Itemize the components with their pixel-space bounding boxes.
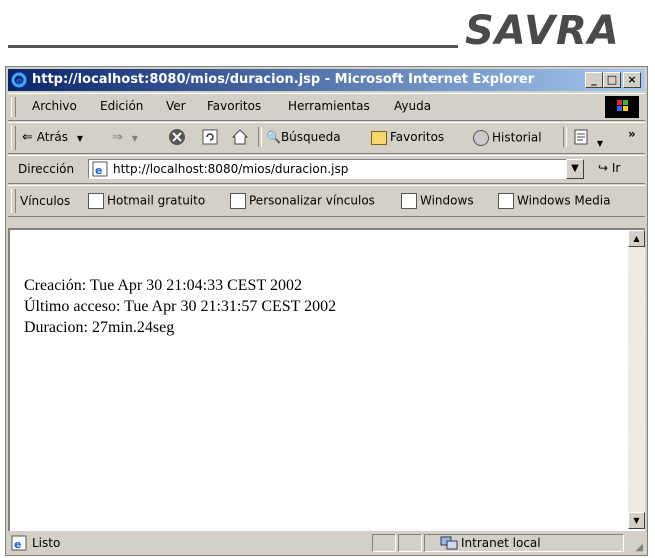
ie-page-icon — [88, 193, 104, 209]
menu-grip[interactable] — [11, 97, 16, 117]
standard-toolbar: ⇐ Atrás ▼ ⇒ ▼ 🔍Búsqueda Favoritos Histor… — [8, 122, 645, 154]
search-icon: 🔍 — [266, 130, 281, 144]
go-label: Ir — [611, 161, 621, 175]
browser-window: e http://localhost:8080/mios/duracion.js… — [5, 66, 648, 556]
address-url: http://localhost:8080/mios/duracion.jsp — [113, 162, 349, 176]
close-button[interactable]: × — [623, 72, 641, 88]
favorites-icon — [371, 130, 387, 145]
back-button[interactable]: ⇐ Atrás ▼ — [22, 130, 83, 145]
back-arrow-icon: ⇐ — [22, 130, 33, 145]
savra-logo: SAVRA — [465, 8, 645, 58]
go-button[interactable]: ↪ Ir — [598, 161, 620, 175]
page-content: Creación: Tue Apr 30 21:04:33 CEST 2002 … — [8, 228, 645, 531]
refresh-icon — [202, 129, 218, 145]
links-label: Vínculos — [20, 194, 71, 208]
menu-herramientas[interactable]: Herramientas — [288, 99, 370, 113]
links-bar: Vínculos Hotmail gratuito Personalizar v… — [8, 185, 645, 217]
search-button[interactable]: 🔍Búsqueda — [266, 130, 341, 144]
menu-ayuda[interactable]: Ayuda — [394, 99, 431, 113]
forward-button[interactable]: ⇒ ▼ — [112, 130, 138, 145]
favorites-button[interactable]: Favoritos — [371, 130, 444, 145]
page-text: Creación: Tue Apr 30 21:04:33 CEST 2002 … — [24, 275, 336, 338]
go-arrow-icon: ↪ — [598, 161, 609, 175]
resize-grip-icon[interactable]: ◢ — [635, 542, 643, 553]
stop-icon — [169, 129, 185, 145]
zone-text: Intranet local — [461, 536, 541, 550]
toolbar-more[interactable]: » — [628, 127, 636, 141]
mail-icon — [574, 129, 588, 145]
history-button[interactable]: Historial — [473, 130, 542, 146]
links-grip[interactable] — [11, 189, 16, 213]
back-label: Atrás — [36, 130, 68, 144]
forward-dropdown-icon: ▼ — [131, 134, 138, 143]
mail-dropdown-icon: ▼ — [596, 139, 603, 148]
toolbar-separator — [563, 127, 567, 147]
status-text: Listo — [32, 536, 61, 550]
forward-arrow-icon: ⇒ — [112, 130, 123, 145]
link-windows-media-label: Windows Media — [517, 193, 611, 208]
history-label: Historial — [492, 130, 542, 145]
stop-button[interactable] — [168, 128, 186, 149]
toolbar-grip[interactable] — [11, 126, 16, 150]
status-panel — [372, 534, 396, 552]
page-status-icon: e — [11, 535, 27, 551]
windows-logo-icon — [605, 96, 639, 118]
favorites-label: Favoritos — [390, 130, 445, 144]
menu-ver[interactable]: Ver — [166, 99, 186, 113]
scroll-up-icon[interactable]: ▲ — [628, 230, 645, 247]
scroll-down-icon[interactable]: ▼ — [628, 512, 645, 529]
status-panel — [398, 534, 422, 552]
menu-favoritos[interactable]: Favoritos — [207, 99, 261, 113]
menu-bar: Archivo Edición Ver Favoritos Herramient… — [8, 93, 645, 121]
svg-text:e: e — [95, 164, 102, 177]
back-dropdown-icon: ▼ — [76, 134, 83, 143]
window-title: http://localhost:8080/mios/duracion.jsp … — [32, 72, 535, 87]
status-bar: e Listo Intranet local ◢ — [8, 532, 645, 554]
ie-page-icon — [401, 193, 417, 209]
page-icon: e — [92, 161, 108, 177]
address-bar: Dirección e http://localhost:8080/mios/d… — [8, 155, 645, 184]
svg-text:e: e — [16, 76, 23, 87]
link-personalizar[interactable]: Personalizar vínculos — [230, 193, 375, 209]
link-windows-label: Windows — [420, 193, 474, 208]
maximize-button[interactable]: □ — [603, 72, 621, 88]
creation-line: Creación: Tue Apr 30 21:04:33 CEST 2002 — [24, 277, 302, 294]
history-icon — [473, 130, 489, 146]
home-icon — [231, 129, 249, 145]
menu-archivo[interactable]: Archivo — [32, 99, 77, 113]
ie-icon: e — [11, 72, 27, 88]
header-rule — [8, 45, 458, 48]
link-hotmail-label: Hotmail gratuito — [107, 193, 206, 208]
address-input[interactable]: e http://localhost:8080/mios/duracion.js… — [88, 159, 568, 179]
title-bar[interactable]: e http://localhost:8080/mios/duracion.js… — [8, 69, 645, 91]
refresh-button[interactable] — [201, 128, 219, 149]
link-windows-media[interactable]: Windows Media — [498, 193, 610, 209]
duration-line: Duracion: 27min.24seg — [24, 319, 175, 336]
minimize-button[interactable]: _ — [585, 72, 603, 88]
last-access-line: Último acceso: Tue Apr 30 21:31:57 CEST … — [24, 298, 337, 315]
logo-text: SAVRA — [465, 8, 620, 54]
mail-button[interactable]: ▼ — [573, 128, 603, 149]
vertical-scrollbar[interactable]: ▲ ▼ — [628, 230, 645, 529]
link-hotmail[interactable]: Hotmail gratuito — [88, 193, 205, 209]
svg-text:e: e — [14, 538, 21, 551]
ie-page-icon — [498, 193, 514, 209]
address-dropdown-icon[interactable]: ▼ — [566, 159, 584, 179]
link-personalizar-label: Personalizar vínculos — [249, 193, 375, 208]
address-label: Dirección — [18, 162, 75, 176]
menu-edicion[interactable]: Edición — [100, 99, 143, 113]
search-label: Búsqueda — [280, 130, 341, 144]
toolbar-separator — [258, 127, 262, 147]
home-button[interactable] — [231, 128, 249, 149]
intranet-icon — [440, 536, 458, 550]
link-windows[interactable]: Windows — [401, 193, 474, 209]
ie-page-icon — [230, 193, 246, 209]
